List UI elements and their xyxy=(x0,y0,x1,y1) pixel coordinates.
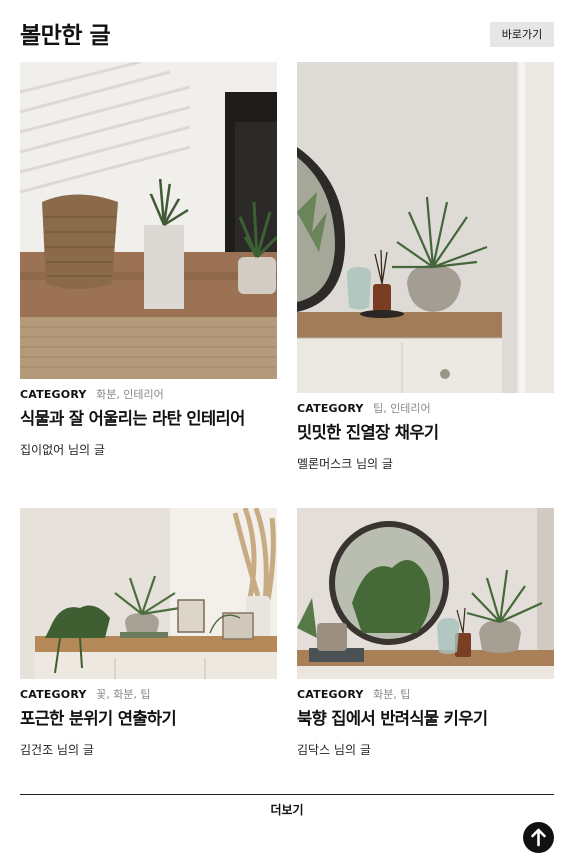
post-title[interactable]: 포근한 분위기 연출하기 xyxy=(20,708,277,730)
post-tags: 화분, 인테리어 xyxy=(96,388,164,401)
post-tags: 팁, 인테리어 xyxy=(373,402,431,415)
post-image xyxy=(20,62,277,379)
arrow-up-icon xyxy=(531,828,546,847)
post-author: 김닥스 님의 글 xyxy=(297,743,371,757)
go-button[interactable]: 바로가기 xyxy=(490,22,554,47)
post-title[interactable]: 북향 집에서 반려식물 키우기 xyxy=(297,708,554,730)
post-title[interactable]: 밋밋한 진열장 채우기 xyxy=(297,422,554,444)
section-title: 볼만한 글 xyxy=(20,23,111,49)
post-image xyxy=(20,508,277,679)
post-image xyxy=(297,508,554,679)
section-header: 볼만한 글 바로가기 xyxy=(20,20,554,52)
post-thumbnail[interactable] xyxy=(20,508,277,679)
post-card-3[interactable]: CATEGORY 꽃, 화분, 팁 포근한 분위기 연출하기 김건조 님의 글 xyxy=(20,508,277,758)
post-meta: CATEGORY 팁, 인테리어 xyxy=(297,402,554,416)
post-image xyxy=(297,62,554,393)
more-button[interactable]: 더보기 xyxy=(20,795,554,825)
post-author: 멜론머스크 님의 글 xyxy=(297,457,393,471)
post-thumbnail[interactable] xyxy=(20,62,277,379)
post-meta: CATEGORY 화분, 인테리어 xyxy=(20,388,277,402)
post-category: CATEGORY xyxy=(297,402,364,415)
post-title[interactable]: 식물과 잘 어울리는 라탄 인테리어 xyxy=(20,408,277,430)
post-author: 집이없어 님의 글 xyxy=(20,443,105,457)
post-meta: CATEGORY 꽃, 화분, 팁 xyxy=(20,688,277,702)
post-thumbnail[interactable] xyxy=(297,62,554,393)
post-category: CATEGORY xyxy=(297,688,364,701)
post-category: CATEGORY xyxy=(20,388,87,401)
more-section: 더보기 xyxy=(20,794,554,825)
post-tags: 화분, 팁 xyxy=(373,688,411,701)
post-meta: CATEGORY 화분, 팁 xyxy=(297,688,554,702)
post-card-2[interactable]: CATEGORY 팁, 인테리어 밋밋한 진열장 채우기 멜론머스크 님의 글 xyxy=(297,62,554,472)
post-category: CATEGORY xyxy=(20,688,87,701)
post-tags: 꽃, 화분, 팁 xyxy=(96,688,151,701)
post-card-4[interactable]: CATEGORY 화분, 팁 북향 집에서 반려식물 키우기 김닥스 님의 글 xyxy=(297,508,554,758)
post-card-1[interactable]: CATEGORY 화분, 인테리어 식물과 잘 어울리는 라탄 인테리어 집이없… xyxy=(20,62,277,458)
post-thumbnail[interactable] xyxy=(297,508,554,679)
scroll-top-button[interactable] xyxy=(523,822,554,853)
post-author: 김건조 님의 글 xyxy=(20,743,94,757)
